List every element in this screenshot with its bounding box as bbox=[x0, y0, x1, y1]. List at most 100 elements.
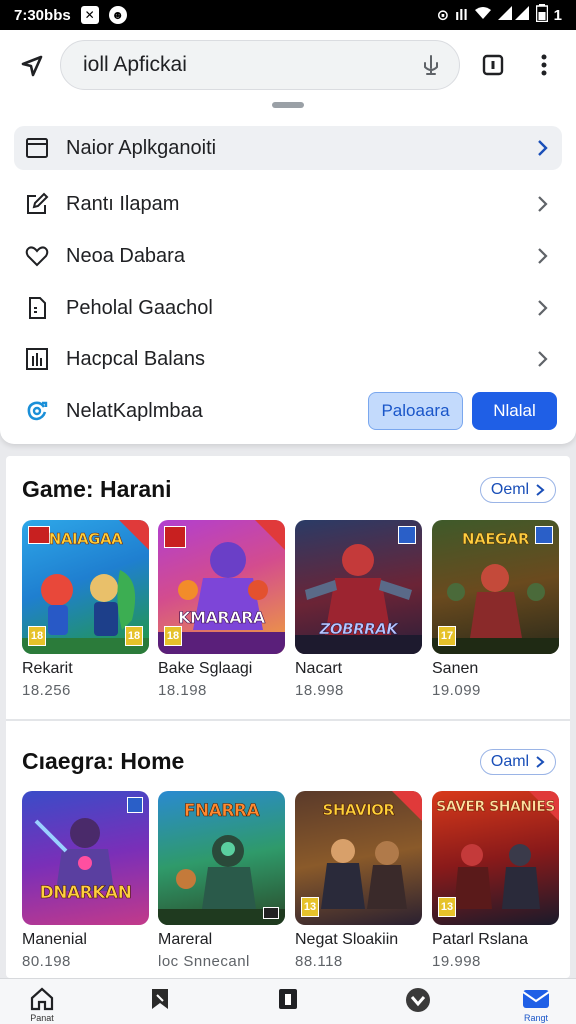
heart-icon bbox=[24, 243, 50, 269]
wifi-icon bbox=[474, 6, 492, 24]
secondary-action-button[interactable]: Paloaara bbox=[368, 392, 463, 430]
publisher-logo-icon bbox=[263, 907, 279, 919]
app-feed: Game: Harani Oeml NAIAGAA 18 18 Rekarit … bbox=[6, 456, 570, 978]
section-title: Game: Harani bbox=[22, 476, 172, 502]
chevron-right-icon bbox=[532, 246, 552, 266]
menu-item-3[interactable]: Peholal Gaachol bbox=[14, 286, 562, 330]
open-button-label: Oaml bbox=[490, 753, 530, 770]
battery-level: 1 bbox=[553, 6, 562, 24]
microphone-icon[interactable] bbox=[417, 51, 445, 79]
menu-item-label: Rantı Ilapam bbox=[66, 192, 180, 215]
app-name: Patarl Rslana bbox=[432, 931, 529, 948]
search-input[interactable]: ioll Apfickai bbox=[83, 53, 417, 77]
app-name: Rekarit bbox=[22, 660, 73, 677]
sheet-drag-handle[interactable] bbox=[272, 102, 304, 108]
app-card[interactable]: ZOBRRAK Nacart 18.998 bbox=[295, 520, 422, 699]
mail-icon bbox=[522, 990, 550, 1008]
thumbnail-title: ZOBRRAK bbox=[319, 620, 398, 639]
age-rating-badge: 18 bbox=[28, 626, 46, 646]
app-thumbnail: KMARARA 18 bbox=[158, 520, 285, 654]
menu-item-2[interactable]: Neoa Dabara bbox=[14, 234, 562, 278]
nav-downloads[interactable] bbox=[398, 987, 438, 1024]
app-name: Manenial bbox=[22, 931, 87, 948]
publisher-logo-icon bbox=[164, 526, 186, 548]
chevron-right-icon bbox=[532, 194, 552, 214]
publisher-logo-icon bbox=[127, 797, 143, 813]
app-size: loc Snnecanl bbox=[158, 953, 250, 970]
app-card[interactable]: FNARRA Mareral loc Snnecanl bbox=[158, 791, 285, 970]
section-open-button[interactable]: Oaml bbox=[480, 749, 556, 775]
sync-icon bbox=[24, 398, 50, 424]
app-card[interactable]: SAVER SHANIES 13 Patarl Rslana 19.998 bbox=[432, 791, 559, 970]
download-icon bbox=[406, 988, 430, 1012]
age-rating-badge: 18 bbox=[164, 626, 182, 646]
app-card[interactable]: DNARKAN Manenial 80.198 bbox=[22, 791, 149, 970]
nav-mail[interactable]: Rangt bbox=[516, 987, 556, 1024]
thumbnail-title: DNARKAN bbox=[39, 883, 132, 904]
nav-home[interactable]: Panat bbox=[22, 987, 62, 1024]
thumbnail-title: NAIAGAA bbox=[48, 530, 123, 549]
thumbnail-title: FNARRA bbox=[183, 801, 260, 822]
thumbnail-title: SAVER SHANIES bbox=[436, 799, 556, 816]
menu-item-0[interactable]: Naior Aplkganoiti bbox=[14, 126, 562, 170]
app-card[interactable]: NAEGAR 17 Sanen 19.099 bbox=[432, 520, 559, 699]
app-card[interactable]: KMARARA 18 Bake Sglaagi 18.198 bbox=[158, 520, 285, 699]
tabs-icon bbox=[482, 54, 504, 76]
edit-icon bbox=[24, 191, 50, 217]
bottom-navigation: Panat Rangt bbox=[0, 978, 576, 1024]
thumbnail-title: KMARARA bbox=[178, 608, 266, 628]
notification-x-icon: ✕ bbox=[80, 6, 99, 24]
back-button[interactable] bbox=[16, 50, 48, 82]
notification-face-icon: ☻ bbox=[108, 6, 127, 24]
status-time: 7:30bbs bbox=[14, 6, 71, 24]
bar-chart-icon bbox=[24, 346, 50, 372]
app-size: 88.118 bbox=[295, 953, 343, 970]
primary-action-button[interactable]: Nlalal bbox=[472, 392, 557, 430]
publisher-logo-icon bbox=[398, 526, 416, 544]
app-card[interactable]: NAIAGAA 18 18 Rekarit 18.256 bbox=[22, 520, 149, 699]
nav-bookmarks[interactable] bbox=[140, 987, 180, 1024]
status-bar: 7:30bbs ✕ ☻ ⊙ ıll 1 bbox=[0, 0, 576, 30]
app-thumbnail: FNARRA bbox=[158, 791, 285, 925]
app-thumbnail: SHAVIOR 13 bbox=[295, 791, 422, 925]
chevron-right-icon bbox=[532, 138, 552, 158]
app-name: Negat Sloakiin bbox=[295, 931, 399, 948]
app-name: Bake Sglaagi bbox=[158, 660, 253, 677]
sync-status-icon: ⊙ bbox=[436, 7, 450, 24]
age-rating-badge: 17 bbox=[438, 626, 456, 646]
app-size: 19.998 bbox=[432, 953, 481, 970]
app-name: Nacart bbox=[295, 660, 343, 677]
section-open-button[interactable]: Oeml bbox=[480, 477, 556, 503]
menu-item-1[interactable]: Rantı Ilapam bbox=[14, 182, 562, 226]
bookmark-icon bbox=[152, 989, 168, 1009]
app-card[interactable]: SHAVIOR 13 Negat Sloakiin 88.118 bbox=[295, 791, 422, 970]
menu-item-4[interactable]: Hacpcal Balans bbox=[14, 337, 562, 381]
nav-label: Panat bbox=[30, 1013, 54, 1023]
menu-item-label: Hacpcal Balans bbox=[66, 347, 205, 370]
more-options-button[interactable] bbox=[532, 50, 556, 80]
chevron-right-icon bbox=[532, 298, 552, 318]
menu-sheet: ioll Apfickai Naior Aplkganoiti Rantı Il… bbox=[0, 30, 576, 444]
search-bar[interactable]: ioll Apfickai bbox=[60, 40, 460, 90]
app-size: 80.198 bbox=[22, 953, 71, 970]
nav-label: Rangt bbox=[523, 1013, 549, 1023]
app-size: 18.998 bbox=[295, 682, 344, 699]
app-size: 18.256 bbox=[22, 682, 71, 699]
app-size: 18.198 bbox=[158, 682, 207, 699]
thumbnail-title: SHAVIOR bbox=[322, 801, 395, 820]
tabs-icon bbox=[279, 989, 297, 1009]
tab-switcher-button[interactable] bbox=[480, 52, 506, 78]
nav-tabs[interactable] bbox=[268, 987, 308, 1024]
menu-item-label: Peholal Gaachol bbox=[66, 296, 213, 319]
chevron-right-icon bbox=[532, 349, 552, 369]
menu-item-label: Naior Aplkganoiti bbox=[66, 136, 217, 159]
chevron-right-icon bbox=[536, 756, 545, 768]
app-name: Sanen bbox=[432, 660, 479, 677]
document-icon bbox=[24, 295, 50, 321]
age-rating-badge: 13 bbox=[438, 897, 456, 917]
battery-icon bbox=[535, 4, 548, 26]
app-size: 19.099 bbox=[432, 682, 481, 699]
section-divider bbox=[6, 719, 570, 721]
browser-window-icon bbox=[24, 135, 50, 161]
menu-item-label: Neoa Dabara bbox=[66, 244, 185, 267]
